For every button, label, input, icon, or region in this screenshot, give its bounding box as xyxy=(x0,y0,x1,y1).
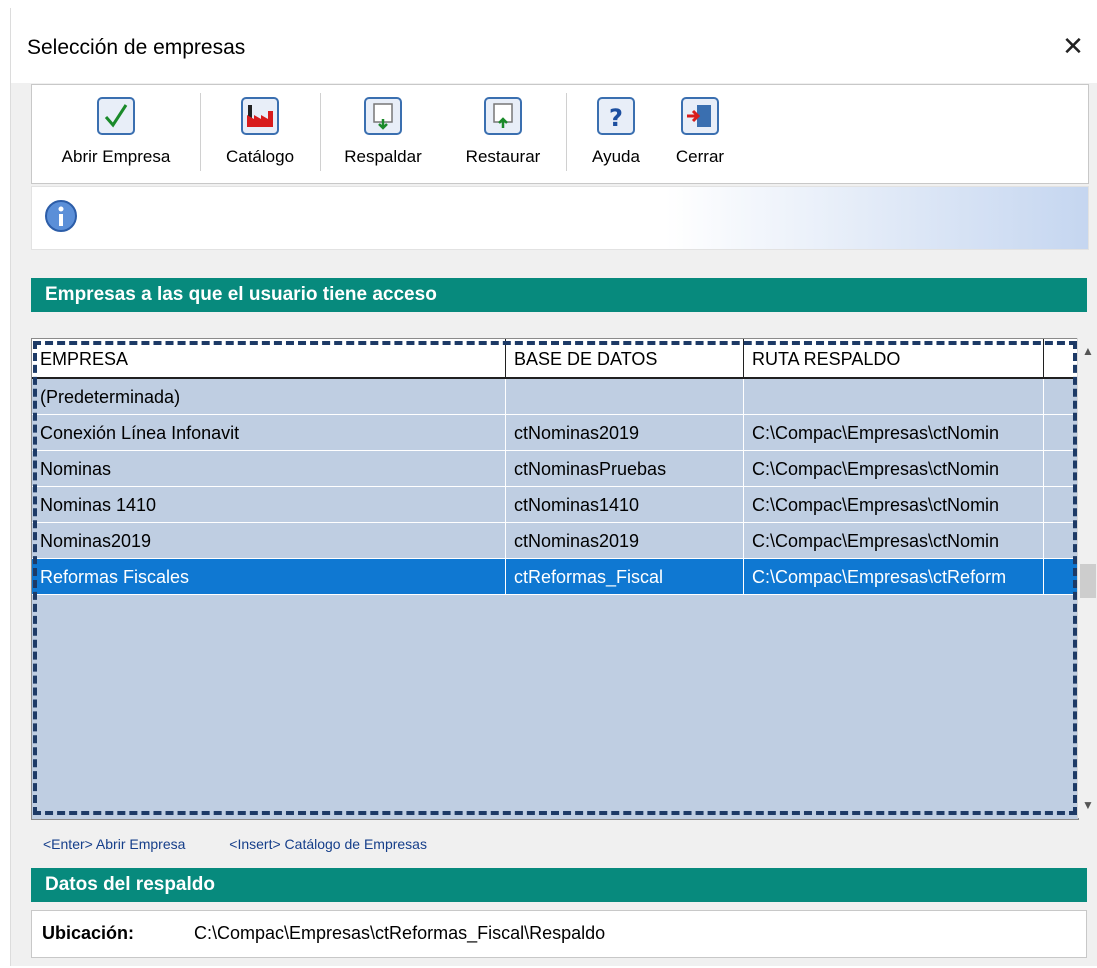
table-row[interactable]: Nominas 1410 ctNominas1410 C:\Compac\Emp… xyxy=(32,487,1078,523)
toolbar-separator xyxy=(320,93,321,171)
column-header-empresa[interactable]: EMPRESA xyxy=(32,339,506,377)
companies-grid[interactable]: EMPRESA BASE DE DATOS RUTA RESPALDO (Pre… xyxy=(31,338,1079,820)
scroll-thumb[interactable] xyxy=(1080,564,1096,598)
column-header-base-de-datos[interactable]: BASE DE DATOS xyxy=(506,339,744,377)
backup-button[interactable]: Respaldar xyxy=(326,85,440,183)
toolbar-separator xyxy=(200,93,201,171)
cell-empresa: Nominas xyxy=(32,451,506,486)
enter-hint: <Enter> Abrir Empresa xyxy=(43,836,186,852)
open-company-label: Abrir Empresa xyxy=(61,147,171,166)
cell-ruta-respaldo xyxy=(744,379,1044,414)
restore-label: Restaurar xyxy=(465,147,541,166)
cell-base-de-datos: ctNominas1410 xyxy=(506,487,744,522)
help-button[interactable]: ? Ayuda xyxy=(580,85,652,183)
backup-icon xyxy=(364,97,402,135)
cell-empresa: Conexión Línea Infonavit xyxy=(32,415,506,450)
backup-details: Ubicación: C:\Compac\Empresas\ctReformas… xyxy=(31,910,1087,958)
location-label: Ubicación: xyxy=(42,923,135,943)
help-icon: ? xyxy=(597,97,635,135)
cell-ruta-respaldo: C:\Compac\Empresas\ctNomin xyxy=(744,523,1044,558)
cell-ruta-respaldo: C:\Compac\Empresas\ctNomin xyxy=(744,451,1044,486)
title-bar: Selección de empresas ✕ xyxy=(11,8,1097,83)
table-row[interactable]: Nominas ctNominasPruebas C:\Compac\Empre… xyxy=(32,451,1078,487)
toolbar: Abrir Empresa Catálogo Respaldar Restaur… xyxy=(31,84,1089,184)
toolbar-separator xyxy=(566,93,567,171)
restore-icon xyxy=(484,97,522,135)
restore-button[interactable]: Restaurar xyxy=(448,85,558,183)
catalog-label: Catálogo xyxy=(225,147,295,166)
cell-empresa: Nominas2019 xyxy=(32,523,506,558)
exit-icon xyxy=(681,97,719,135)
close-icon: ✕ xyxy=(1062,30,1084,61)
cell-base-de-datos xyxy=(506,379,744,414)
insert-hint: <Insert> Catálogo de Empresas xyxy=(229,836,427,852)
cell-empresa: Nominas 1410 xyxy=(32,487,506,522)
backup-section-header: Datos del respaldo xyxy=(31,868,1087,902)
table-row[interactable]: (Predeterminada) xyxy=(32,379,1078,415)
cell-base-de-datos: ctNominasPruebas xyxy=(506,451,744,486)
close-tool-button[interactable]: Cerrar xyxy=(662,85,738,183)
catalog-button[interactable]: Catálogo xyxy=(208,85,312,183)
close-button[interactable]: ✕ xyxy=(1057,30,1089,62)
checkmark-icon xyxy=(97,97,135,135)
svg-text:?: ? xyxy=(609,104,623,132)
cell-empresa: Reformas Fiscales xyxy=(32,559,506,594)
backup-label: Respaldar xyxy=(344,147,422,166)
grid-vertical-scrollbar[interactable]: ▲ ▼ xyxy=(1077,338,1097,818)
cell-base-de-datos: ctNominas2019 xyxy=(506,415,744,450)
cell-base-de-datos: ctNominas2019 xyxy=(506,523,744,558)
factory-icon xyxy=(241,97,279,135)
open-company-button[interactable]: Abrir Empresa xyxy=(46,85,186,183)
cell-ruta-respaldo: C:\Compac\Empresas\ctNomin xyxy=(744,487,1044,522)
cell-empresa: (Predeterminada) xyxy=(32,379,506,414)
column-header-ruta-respaldo[interactable]: RUTA RESPALDO xyxy=(744,339,1044,377)
companies-section-header: Empresas a las que el usuario tiene acce… xyxy=(31,278,1087,312)
location-value: C:\Compac\Empresas\ctReformas_Fiscal\Res… xyxy=(194,923,606,943)
cell-ruta-respaldo: C:\Compac\Empresas\ctReform xyxy=(744,559,1044,594)
window-title: Selección de empresas xyxy=(27,36,246,59)
cell-ruta-respaldo: C:\Compac\Empresas\ctNomin xyxy=(744,415,1044,450)
table-row[interactable]: Conexión Línea Infonavit ctNominas2019 C… xyxy=(32,415,1078,451)
scroll-down-icon[interactable]: ▼ xyxy=(1078,794,1097,816)
grid-header: EMPRESA BASE DE DATOS RUTA RESPALDO xyxy=(32,339,1078,379)
scroll-up-icon[interactable]: ▲ xyxy=(1078,340,1097,362)
table-row-selected[interactable]: Reformas Fiscales ctReformas_Fiscal C:\C… xyxy=(32,559,1078,595)
selection-dialog: Selección de empresas ✕ Abrir Empresa Ca… xyxy=(10,8,1097,966)
close-tool-label: Cerrar xyxy=(675,147,725,166)
info-icon xyxy=(45,200,77,232)
cell-base-de-datos: ctReformas_Fiscal xyxy=(506,559,744,594)
keyboard-hints: <Enter> Abrir Empresa <Insert> Catálogo … xyxy=(43,836,467,852)
help-label: Ayuda xyxy=(592,147,640,166)
table-row[interactable]: Nominas2019 ctNominas2019 C:\Compac\Empr… xyxy=(32,523,1078,559)
info-bar xyxy=(31,186,1089,250)
